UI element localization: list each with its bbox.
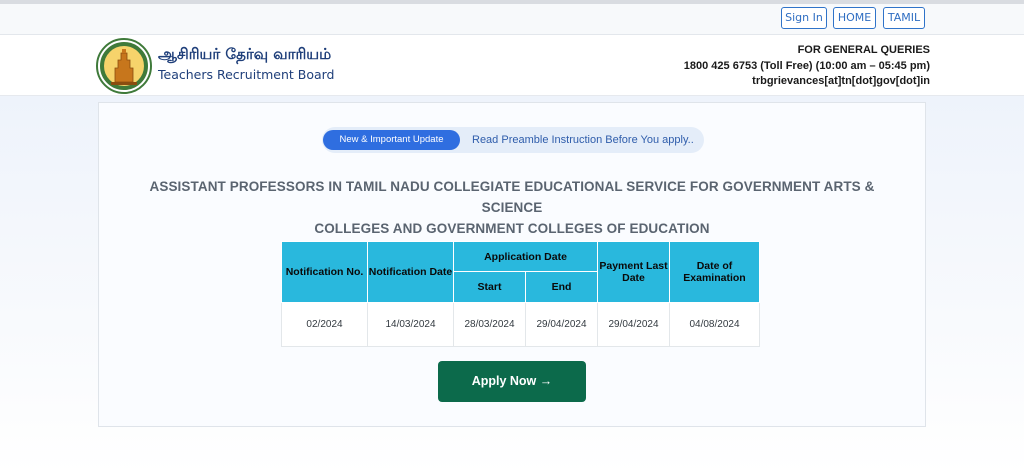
header-date-of-examination: Date of Examination bbox=[669, 241, 760, 303]
table-row: 02/2024 14/03/2024 28/03/2024 29/04/2024… bbox=[281, 302, 760, 347]
header-application-date: Application Date bbox=[453, 241, 598, 272]
page-title-line-1: ASSISTANT PROFESSORS IN TAMIL NADU COLLE… bbox=[149, 179, 875, 215]
page-title: ASSISTANT PROFESSORS IN TAMIL NADU COLLE… bbox=[120, 176, 904, 239]
tamil-nadu-emblem-icon[interactable] bbox=[96, 38, 152, 94]
contact-info: FOR GENERAL QUERIES 1800 425 6753 (Toll … bbox=[684, 43, 930, 90]
notice-bar: New & Important Update Read Preamble Ins… bbox=[322, 127, 704, 153]
cell-payment-last-date: 29/04/2024 bbox=[597, 302, 670, 347]
header-end: End bbox=[525, 271, 598, 303]
cell-end: 29/04/2024 bbox=[525, 302, 598, 347]
apply-now-button[interactable]: Apply Now → bbox=[438, 361, 586, 402]
cell-notification-date: 14/03/2024 bbox=[367, 302, 454, 347]
top-bar: Sign In HOME TAMIL bbox=[0, 4, 1024, 35]
cell-notification-no: 02/2024 bbox=[281, 302, 368, 347]
notification-table: Notification No. Notification Date Appli… bbox=[281, 241, 760, 347]
cell-start: 28/03/2024 bbox=[453, 302, 526, 347]
brand-name-tamil: ஆசிரியர் தேர்வு வாரியம் bbox=[158, 45, 332, 63]
header-notification-no: Notification No. bbox=[281, 241, 368, 303]
header-notification-date: Notification Date bbox=[367, 241, 454, 303]
cell-date-of-examination: 04/08/2024 bbox=[669, 302, 760, 347]
tamil-language-button[interactable]: TAMIL bbox=[883, 7, 925, 29]
site-header: ஆசிரியர் தேர்வு வாரியம் Teachers Recruit… bbox=[0, 35, 1024, 96]
arrow-right-icon: → bbox=[539, 374, 553, 388]
new-update-badge: New & Important Update bbox=[323, 130, 460, 150]
page-title-line-2: COLLEGES AND GOVERNMENT COLLEGES OF EDUC… bbox=[314, 221, 710, 236]
contact-email: trbgrievances[at]tn[dot]gov[dot]in bbox=[752, 75, 930, 87]
header-start: Start bbox=[453, 271, 526, 303]
sign-in-button[interactable]: Sign In bbox=[781, 7, 827, 29]
contact-phone: 1800 425 6753 (Toll Free) (10:00 am – 05… bbox=[683, 59, 930, 72]
header-payment-last-date: Payment Last Date bbox=[597, 241, 670, 303]
contact-heading: FOR GENERAL QUERIES bbox=[797, 44, 930, 56]
brand-name-english: Teachers Recruitment Board bbox=[158, 67, 335, 82]
apply-now-label: Apply Now bbox=[471, 374, 537, 388]
preamble-instruction-link[interactable]: Read Preamble Instruction Before You app… bbox=[472, 127, 694, 153]
home-button[interactable]: HOME bbox=[833, 7, 876, 29]
